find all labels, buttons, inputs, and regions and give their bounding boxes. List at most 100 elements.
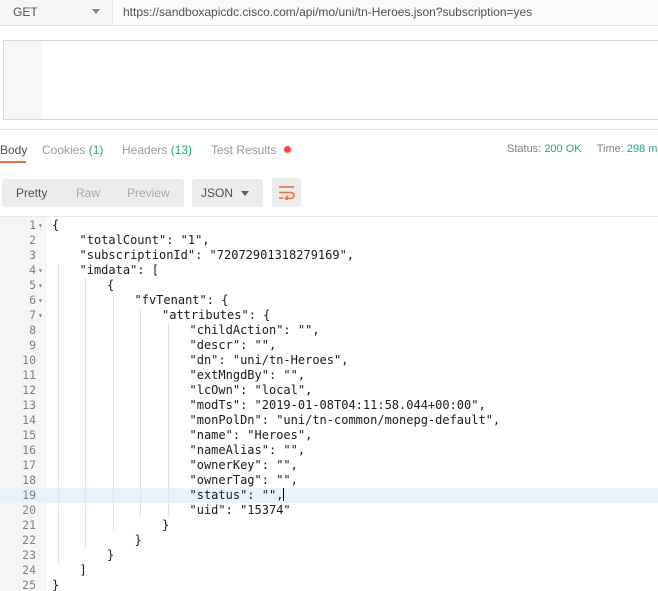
tab-cookies[interactable]: Cookies (1) [42, 143, 103, 157]
code-text: "extMngdBy": "", [189, 368, 306, 382]
code-line: 11 "extMngdBy": "", [0, 368, 658, 383]
code-text: "totalCount": "1", [79, 233, 210, 247]
code-text: } [134, 533, 142, 547]
status-label: Status: [507, 143, 542, 155]
line-number: 15 [22, 428, 36, 442]
code-text: } [107, 548, 115, 562]
indent-guide [112, 293, 114, 533]
chevron-down-icon [241, 191, 249, 196]
tab-headers-label: Headers [122, 143, 168, 157]
indent-guide [57, 263, 59, 563]
line-number: 20 [22, 503, 36, 517]
time-value[interactable]: 298 ms [627, 143, 658, 155]
fold-toggle-icon[interactable]: ▾ [38, 308, 43, 323]
format-select[interactable]: JSON [192, 179, 263, 207]
line-number: 8 [29, 323, 36, 337]
code-text: "status": "", [189, 488, 285, 502]
code-line: 25} [0, 578, 658, 591]
time-label: Time: [596, 143, 624, 155]
code-line: 7 ▾ "attributes": { [0, 308, 658, 323]
code-line: 22} [0, 533, 658, 548]
line-number: 2 [29, 233, 36, 247]
method-select[interactable]: GET [0, 0, 113, 26]
request-bar: GET https://sandboxapicdc.cisco.com/api/… [0, 0, 658, 26]
code-line: 4 ▾ "imdata": [ [0, 263, 658, 278]
tab-test-results-label: Test Results [211, 143, 277, 157]
code-text: "lcOwn": "local", [189, 383, 313, 397]
fold-toggle-icon[interactable]: ▾ [38, 278, 43, 293]
code-text: { [52, 218, 60, 232]
code-text: { [107, 278, 115, 292]
code-line: 16 "nameAlias": "", [0, 443, 658, 458]
fold-toggle-icon[interactable]: ▾ [38, 218, 43, 233]
response-body-viewer[interactable]: 1 ▾{2 "totalCount": "1", 3 "subscriptionId":… [0, 216, 658, 591]
code-line: 18 "ownerTag": "", [0, 473, 658, 488]
view-mode-switch: Pretty Raw Preview [2, 179, 184, 207]
indent-guide [167, 323, 169, 518]
method-label: GET [13, 5, 38, 19]
tab-headers-count: (13) [170, 143, 193, 157]
tab-body[interactable]: Body [0, 143, 27, 157]
response-status: Status: 200 OK Time: 298 ms [507, 143, 658, 155]
text-cursor [283, 488, 285, 501]
fold-toggle-icon[interactable]: ▾ [38, 293, 43, 308]
tab-cookies-label: Cookies [42, 143, 86, 157]
line-number: 5 [29, 278, 36, 292]
code-line: 17 "ownerKey": "", [0, 458, 658, 473]
line-number: 12 [22, 383, 36, 397]
code-text: "name": "Heroes", [189, 428, 313, 442]
code-line: 10 "dn": "uni/tn-Heroes", [0, 353, 658, 368]
code-line: 9 "descr": "", [0, 338, 658, 353]
code-text: "ownerTag": "", [189, 473, 298, 487]
tab-cookies-count: (1) [88, 143, 104, 157]
indent-guide [140, 308, 141, 518]
line-number: 7 [29, 308, 36, 322]
tab-test-results[interactable]: Test Results [211, 143, 291, 157]
line-number: 10 [22, 353, 36, 367]
code-line: 23} [0, 548, 658, 563]
pretty-button[interactable]: Pretty [16, 186, 47, 200]
raw-button[interactable]: Raw [76, 186, 100, 200]
code-line: 24] [0, 563, 658, 578]
request-editor-gutter [4, 41, 43, 119]
code-line: 20 "uid": "15374" [0, 503, 658, 518]
code-text: "descr": "", [189, 338, 277, 352]
status-value[interactable]: 200 OK [544, 143, 581, 155]
code-text: "ownerKey": "", [189, 458, 298, 472]
code-line: 3 "subscriptionId": "72072901318279169", [0, 248, 658, 263]
line-number: 17 [22, 458, 36, 472]
line-number: 21 [22, 518, 36, 532]
code-text: "imdata": [ [79, 263, 159, 277]
line-number: 25 [22, 578, 36, 591]
preview-button[interactable]: Preview [127, 186, 170, 200]
code-text: "uid": "15374" [189, 503, 291, 517]
code-text: "attributes": { [162, 308, 271, 322]
line-number: 3 [29, 248, 36, 262]
line-number: 18 [22, 473, 36, 487]
indent-guide [85, 278, 86, 548]
code-text: "fvTenant": { [134, 293, 229, 307]
line-number: 1 [29, 218, 36, 232]
pane-divider[interactable] [0, 129, 658, 130]
active-tab-indicator [0, 161, 26, 163]
code-text: "nameAlias": "", [189, 443, 306, 457]
code-text: "childAction": "", [189, 323, 320, 337]
tab-headers[interactable]: Headers (13) [122, 143, 192, 157]
code-line: 14 "monPolDn": "uni/tn-common/monepg-defa… [0, 413, 658, 428]
url-input[interactable]: https://sandboxapicdc.cisco.com/api/mo/u… [113, 0, 658, 26]
code-text: } [52, 578, 60, 591]
code-line: 5 ▾ { [0, 278, 658, 293]
line-number: 6 [29, 293, 36, 307]
code-text: ] [79, 563, 87, 577]
line-number: 4 [29, 263, 36, 277]
code-line: 12 "lcOwn": "local", [0, 383, 658, 398]
line-number: 16 [22, 443, 36, 457]
line-number: 9 [29, 338, 36, 352]
line-number: 22 [22, 533, 36, 547]
wrap-lines-button[interactable] [272, 178, 301, 207]
red-dot-icon [283, 146, 291, 153]
code-line: 21} [0, 518, 658, 533]
request-body-editor[interactable] [3, 40, 658, 120]
fold-toggle-icon[interactable]: ▾ [38, 263, 43, 278]
code-line: 2 "totalCount": "1", [0, 233, 658, 248]
